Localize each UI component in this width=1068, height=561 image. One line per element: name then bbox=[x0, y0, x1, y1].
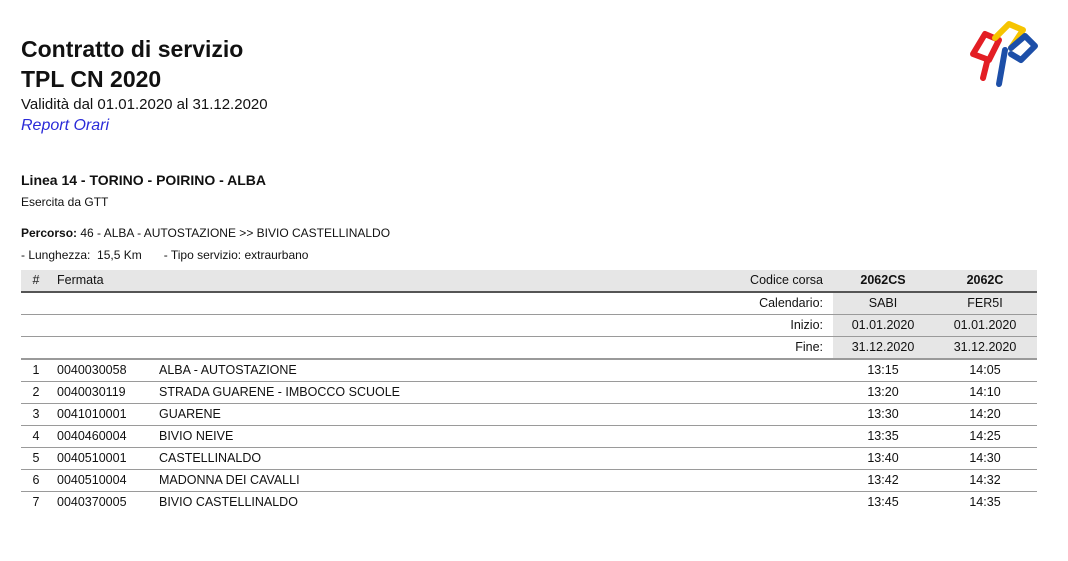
table-row: 7 0040370005 BIVIO CASTELLINALDO 13:45 14:35 bbox=[21, 492, 1037, 514]
table-row: 3 0041010001 GUARENE 13:30 14:20 bbox=[21, 403, 1037, 426]
stop-name: CASTELLINALDO bbox=[153, 447, 833, 470]
stop-time: 13:30 bbox=[833, 403, 933, 426]
report-orari-link[interactable]: Report Orari bbox=[21, 117, 109, 135]
stop-name: BIVIO NEIVE bbox=[153, 425, 833, 448]
start-row: Inizio: 01.01.2020 01.01.2020 bbox=[21, 314, 1037, 337]
route-value: 46 - ALBA - AUTOSTAZIONE >> BIVIO CASTEL… bbox=[77, 226, 391, 240]
timetable-header-row: # Fermata Codice corsa 2062CS 2062C bbox=[21, 270, 1037, 293]
stop-name: ALBA - AUTOSTAZIONE bbox=[153, 359, 833, 382]
stop-code: 0040510004 bbox=[51, 469, 153, 492]
contract-subtitle: TPL CN 2020 bbox=[21, 66, 162, 92]
stop-code: 0040370005 bbox=[57, 495, 127, 509]
stop-number: 3 bbox=[21, 403, 51, 426]
contract-title: Contratto di servizio bbox=[21, 36, 244, 62]
end-date: 31.12.2020 bbox=[933, 336, 1037, 360]
timetable: # Fermata Codice corsa 2062CS 2062C Cale… bbox=[21, 270, 1037, 513]
col-header-stop: Fermata bbox=[51, 270, 153, 293]
stop-time: 13:15 bbox=[833, 359, 933, 382]
calendar-value: SABI bbox=[833, 292, 933, 315]
calendar-row: Calendario: SABI FER5I bbox=[21, 292, 1037, 315]
table-row: 4 0040460004 BIVIO NEIVE 13:35 14:25 bbox=[21, 425, 1037, 448]
col-header-number: # bbox=[21, 270, 51, 293]
table-row: 2 0040030119 STRADA GUARENE - IMBOCCO SCUO… bbox=[21, 381, 1037, 404]
start-date: 01.01.2020 bbox=[933, 314, 1037, 337]
line-meta: - Lunghezza: 15,5 Km - Tipo servizio: ext… bbox=[21, 248, 308, 262]
stop-time: 13:35 bbox=[833, 425, 933, 448]
table-row: 5 0040510001 CASTELLINALDO 13:40 14:30 bbox=[21, 447, 1037, 470]
stop-name: GUARENE bbox=[153, 403, 833, 426]
stop-code: 0040030058 bbox=[51, 359, 153, 382]
table-row: 1 0040030058 ALBA - AUTOSTAZIONE 13:15 14:05 bbox=[21, 359, 1037, 382]
start-date: 01.01.2020 bbox=[833, 314, 933, 337]
stop-code: 0040460004 bbox=[51, 425, 153, 448]
stop-time: 14:05 bbox=[933, 359, 1037, 382]
trip-code: 2062CS bbox=[833, 270, 933, 293]
trip-code: 2062C bbox=[933, 270, 1037, 293]
end-date: 31.12.2020 bbox=[833, 336, 933, 360]
line-title: Linea 14 - TORINO - POIRINO - ALBA bbox=[21, 172, 267, 188]
stop-time: 14:10 bbox=[933, 381, 1037, 404]
stop-time: 13:42 bbox=[833, 469, 933, 492]
stop-time: 14:20 bbox=[933, 403, 1037, 426]
stop-name: BIVIO CASTELLINALDO bbox=[159, 495, 298, 509]
stop-time: 13:20 bbox=[833, 381, 933, 404]
stop-number: 4 bbox=[21, 425, 51, 448]
regional-transport-logo-icon bbox=[970, 21, 1038, 87]
stop-time: 14:25 bbox=[933, 425, 1037, 448]
stop-time: 14:32 bbox=[933, 469, 1037, 492]
operator-text: Esercita da GTT bbox=[21, 195, 109, 209]
stop-number: 2 bbox=[21, 381, 51, 404]
calendar-value: FER5I bbox=[933, 292, 1037, 315]
stop-code: 0041010001 bbox=[51, 403, 153, 426]
route-length: - Lunghezza: 15,5 Km bbox=[21, 248, 142, 262]
end-label: Fine: bbox=[153, 336, 833, 360]
stop-number: 1 bbox=[21, 359, 51, 382]
service-type: - Tipo servizio: extraurbano bbox=[163, 248, 309, 262]
validity-period: Validità dal 01.01.2020 al 31.12.2020 bbox=[21, 96, 268, 113]
stop-time: 13:45 bbox=[867, 495, 899, 509]
stop-code: 0040030119 bbox=[51, 381, 153, 404]
stop-name: STRADA GUARENE - IMBOCCO SCUOLE bbox=[153, 381, 833, 404]
stop-time: 14:35 bbox=[969, 495, 1001, 509]
stop-number: 7 bbox=[32, 495, 40, 509]
col-header-trip-code: Codice corsa bbox=[153, 270, 833, 293]
route-label: Percorso: bbox=[21, 226, 78, 240]
stop-time: 14:30 bbox=[933, 447, 1037, 470]
table-row: 6 0040510004 MADONNA DEI CAVALLI 13:42 14:32 bbox=[21, 469, 1037, 492]
stop-name: MADONNA DEI CAVALLI bbox=[153, 469, 833, 492]
stop-number: 5 bbox=[21, 447, 51, 470]
stops-body: 1 0040030058 ALBA - AUTOSTAZIONE 13:15 14:05… bbox=[21, 359, 1037, 513]
stop-code: 0040510001 bbox=[51, 447, 153, 470]
stop-time: 13:40 bbox=[833, 447, 933, 470]
calendar-label: Calendario: bbox=[153, 292, 833, 315]
start-label: Inizio: bbox=[153, 314, 833, 337]
end-row: Fine: 31.12.2020 31.12.2020 bbox=[21, 336, 1037, 360]
route-description: Percorso: 46 - ALBA - AUTOSTAZIONE >> BI… bbox=[21, 226, 390, 240]
stop-number: 6 bbox=[21, 469, 51, 492]
